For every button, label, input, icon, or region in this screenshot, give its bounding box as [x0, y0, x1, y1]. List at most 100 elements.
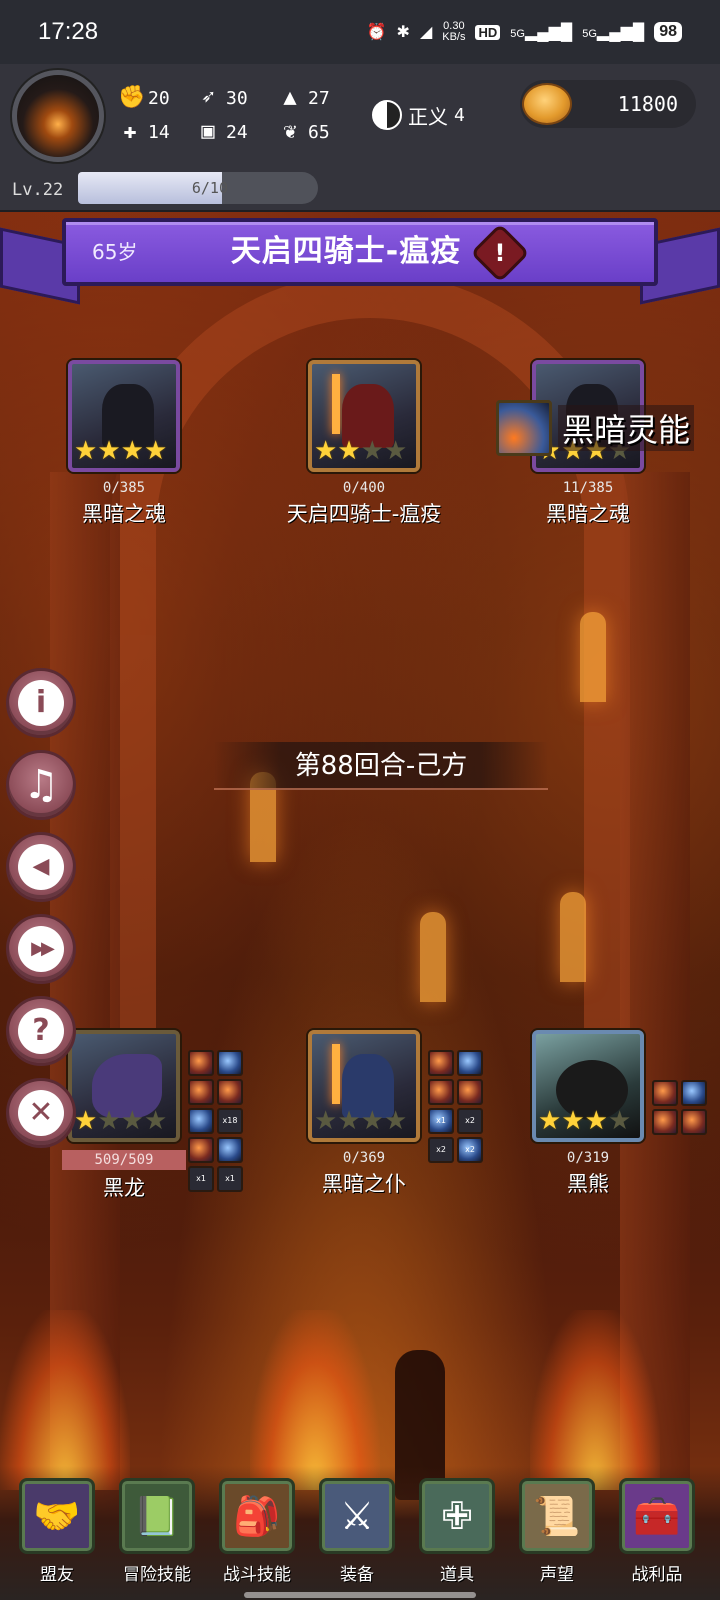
unit-portrait[interactable]: ★★★★ — [68, 360, 180, 472]
fast-forward-icon: ▶▶ — [18, 926, 64, 972]
music-button[interactable]: ♫ — [6, 750, 76, 820]
skill-icon[interactable]: x1 — [188, 1166, 214, 1192]
signal-sim2: 5G▂▄▆█ — [582, 24, 645, 41]
gold-amount: 11800 — [617, 92, 678, 116]
network-speed-unit: KB/s — [442, 31, 466, 43]
nav-battle-skills[interactable]: 🎒 战斗技能 — [214, 1478, 300, 1585]
skill-icon[interactable]: x18 — [217, 1108, 243, 1134]
skill-icon[interactable] — [217, 1050, 243, 1076]
stat-defense: ▣ 24 — [196, 119, 247, 144]
music-note-icon: ♫ — [23, 762, 59, 808]
nav-label: 装备 — [340, 1565, 374, 1585]
star-empty-icon: ★ — [143, 1106, 168, 1136]
chest-icon: 🧰 — [619, 1478, 695, 1554]
star-filled-icon: ★ — [561, 1106, 585, 1136]
skill-icon[interactable] — [457, 1079, 483, 1105]
battery-indicator: 98 — [654, 22, 682, 42]
scroll-icon: 📜 — [519, 1478, 595, 1554]
nav-adventure-skills[interactable]: 📗 冒险技能 — [114, 1478, 200, 1585]
unit-hp: 0/400 — [342, 480, 386, 496]
star-empty-icon: ★ — [337, 1106, 361, 1136]
skill-icon[interactable] — [188, 1050, 214, 1076]
status-bar: 17:28 ⏰ ✱ ◢ 0.30 KB/s HD 5G▂▄▆█ 5G▂▄▆█ 9… — [0, 0, 720, 64]
skill-icon[interactable]: x2 — [428, 1137, 454, 1163]
xp-bar: 6/10 — [78, 172, 318, 204]
stat-magic: ▲ 27 — [278, 85, 329, 110]
stat-value: 14 — [148, 121, 170, 143]
nav-label: 战利品 — [631, 1565, 683, 1585]
star-empty-icon: ★ — [120, 1106, 144, 1136]
gold-display: 11800 — [520, 80, 696, 128]
fire — [530, 1310, 660, 1490]
armor-icon: ▣ — [201, 119, 215, 144]
close-button[interactable]: ✕ — [6, 1078, 76, 1148]
skill-icon[interactable]: x1 — [217, 1166, 243, 1192]
stat-speed: ➶ 30 — [196, 86, 247, 110]
fast-forward-button[interactable]: ▶▶ — [6, 914, 76, 984]
skill-icon[interactable] — [188, 1108, 214, 1134]
player-stats-panel: ✊ 20 ➶ 30 ▲ 27 ✚ 14 ▣ 24 ❦ 65 正义 4 11800… — [0, 64, 720, 212]
bag-icon: ✙ — [419, 1478, 495, 1554]
unit-name: 黑熊 — [567, 1172, 609, 1196]
star-filled-icon: ★ — [97, 436, 121, 466]
help-button[interactable]: ? — [6, 996, 76, 1066]
info-icon: i — [18, 680, 64, 726]
info-button[interactable]: i — [6, 668, 76, 738]
star-rating: ★★★★ — [314, 1108, 407, 1134]
enemy-unit[interactable]: ★ ★ ★ ★ 0/385 黑暗之魂 — [24, 360, 224, 528]
skill-icon[interactable]: x2 — [457, 1108, 483, 1134]
skill-icon[interactable]: x1 — [428, 1108, 454, 1134]
hd-icon: HD — [475, 24, 501, 40]
player-avatar[interactable] — [12, 70, 104, 162]
nav-equipment[interactable]: ⚔ 装备 — [314, 1478, 400, 1585]
skill-icon[interactable] — [188, 1079, 214, 1105]
unit-portrait[interactable]: ★★★★ — [532, 1030, 644, 1142]
skill-icon[interactable] — [681, 1109, 707, 1135]
wings-icon: ❦ — [283, 119, 297, 144]
torch-icon — [332, 1044, 340, 1104]
skill-icon[interactable] — [652, 1109, 678, 1135]
sound-button[interactable]: ◀ — [6, 832, 76, 902]
stat-spirit: ❦ 65 — [278, 119, 330, 144]
question-icon: ? — [18, 1008, 64, 1054]
stat-heal: ✚ 14 — [118, 120, 170, 144]
player-level: Lv.22 — [12, 180, 64, 200]
skill-icon[interactable] — [217, 1137, 243, 1163]
nav-reputation[interactable]: 📜 声望 — [514, 1478, 600, 1585]
sim2-label: 5G — [582, 28, 597, 40]
network-speed: 0.30 KB/s — [442, 21, 465, 43]
skill-icon[interactable] — [428, 1050, 454, 1076]
ally-skills: x18 x1 x1 — [188, 1050, 243, 1192]
skill-icon[interactable] — [457, 1050, 483, 1076]
unit-portrait[interactable]: ★★★★ — [68, 1030, 180, 1142]
star-filled-icon: ★ — [538, 1106, 562, 1136]
bluetooth-icon: ✱ — [396, 24, 410, 41]
lit-window — [420, 912, 446, 1002]
enemy-unit[interactable]: ★ ★ ★ ★ 0/400 天启四骑士-瘟疫 — [264, 360, 464, 528]
lit-window — [580, 612, 606, 702]
star-empty-icon: ★ — [97, 1106, 121, 1136]
unit-portrait[interactable]: ★★★★ — [308, 1030, 420, 1142]
nav-loot[interactable]: 🧰 战利品 — [614, 1478, 700, 1585]
nav-allies[interactable]: 🤝 盟友 — [14, 1478, 100, 1585]
alert-glyph: ! — [494, 239, 506, 267]
wizard-hat-icon: ▲ — [283, 85, 297, 110]
star-filled-icon: ★ — [584, 1106, 608, 1136]
star-rating: ★★★★ — [314, 438, 407, 464]
skill-popup: 黑暗灵能 — [496, 400, 695, 456]
skill-icon[interactable] — [428, 1079, 454, 1105]
nav-items[interactable]: ✙ 道具 — [414, 1478, 500, 1585]
unit-hp: 0/319 — [566, 1150, 610, 1166]
skill-icon[interactable] — [217, 1079, 243, 1105]
star-filled-icon: ★ — [74, 436, 98, 466]
skill-icon[interactable]: x2 — [457, 1137, 483, 1163]
bottom-nav: 🤝 盟友 📗 冒险技能 🎒 战斗技能 ⚔ 装备 ✙ 道具 📜 声望 🧰 战利品 — [0, 1466, 720, 1600]
unit-portrait[interactable]: ★★★★ — [308, 360, 420, 472]
skill-icon[interactable] — [652, 1080, 678, 1106]
nav-label: 道具 — [440, 1565, 474, 1585]
stat-value: 65 — [308, 121, 330, 143]
xp-text: 6/10 — [191, 179, 228, 197]
home-indicator — [244, 1592, 476, 1598]
skill-icon[interactable] — [681, 1080, 707, 1106]
skill-icon[interactable] — [188, 1137, 214, 1163]
